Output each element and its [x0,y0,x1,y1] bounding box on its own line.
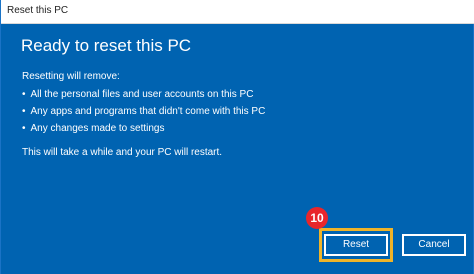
bullet-glyph: • [22,106,26,117]
bullet-glyph: • [22,123,26,134]
cancel-button[interactable]: Cancel [402,234,466,256]
list-item-text: Any changes made to settings [30,123,165,134]
reset-pc-dialog: Reset this PC Ready to reset this PC Res… [0,0,474,274]
list-item-text: Any apps and programs that didn't come w… [30,106,266,117]
list-item: • All the personal files and user account… [22,89,253,100]
dialog-heading: Ready to reset this PC [21,36,192,55]
reset-button[interactable]: Reset [324,234,388,256]
removal-intro: Resetting will remove: [22,71,120,82]
restart-note: This will take a while and your PC will … [22,147,223,158]
bullet-glyph: • [22,89,26,100]
list-item: • Any apps and programs that didn't come … [22,106,265,117]
window-title: Reset this PC [7,5,69,16]
title-bar: Reset this PC [1,0,474,24]
list-item-text: All the personal files and user accounts… [30,89,254,100]
list-item: • Any changes made to settings [22,123,165,134]
step-number-badge: 10 [306,207,328,229]
